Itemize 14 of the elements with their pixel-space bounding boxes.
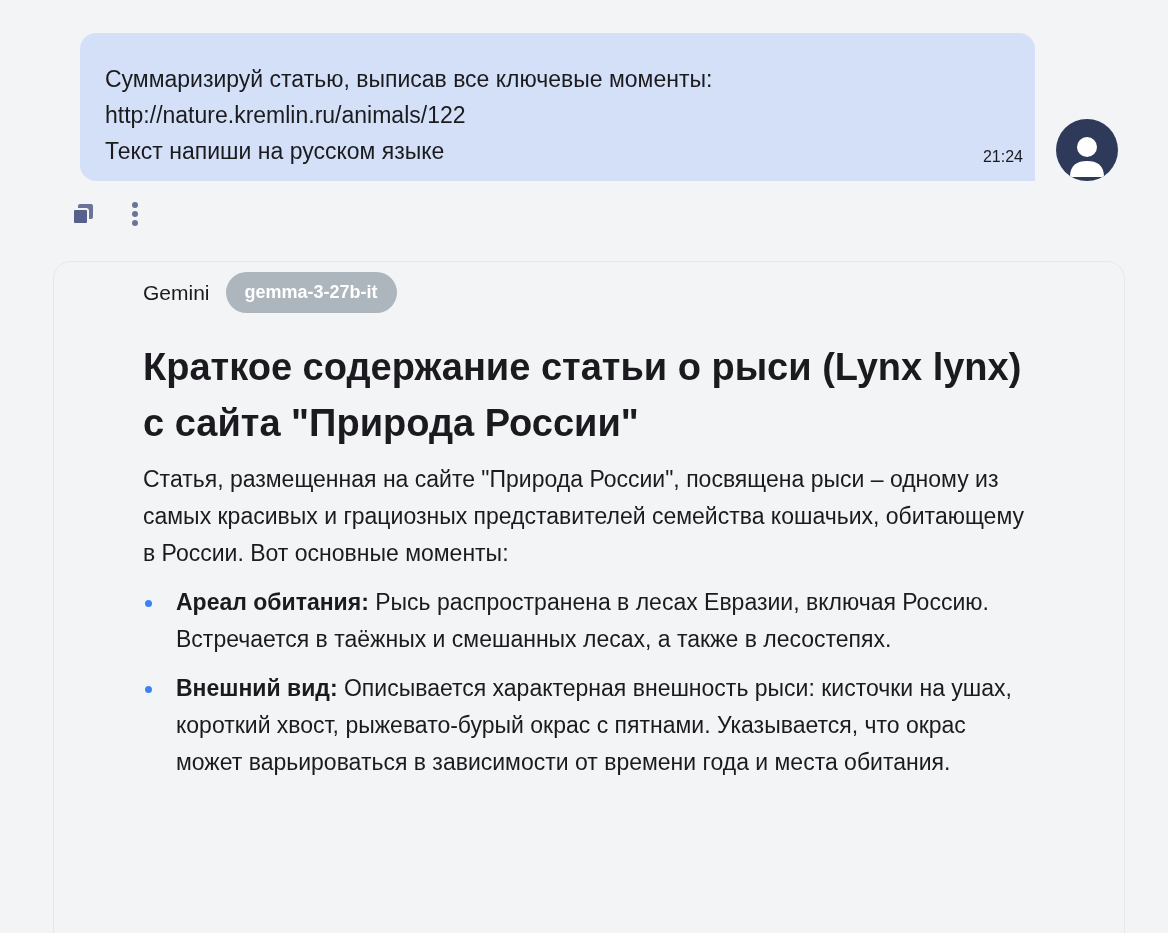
bullet-text: Ареал обитания: Рысь распространена в лесах Евразии, включая Россию. Встречается в таёжных и смешанных лесах, а также в лесостепях. [176,588,990,654]
bullet-icon [145,600,152,607]
message-time: 21:24 [982,147,1023,167]
copy-icon[interactable] [71,202,95,226]
message-text: Текст напиши на русском языке [105,137,446,166]
author-name: Gemini [143,279,210,306]
model-tag: gemma-3-27b-it [225,272,397,313]
message-text: http://nature.kremlin.ru/animals/122 [105,101,467,130]
message-text: Суммаризируй статью, выписав все ключевые моменты: [105,65,713,94]
response-intro: Статья, размещенная на сайте "Природа России", посвящена рыси – одному из самых красивых и грациозных представителей семейства кошачьих, обитающему в России. Вот основные моменты: [143,465,1025,568]
response-title: Краткое содержание статьи о рыси (Lynx lynx) с сайта "Природа России" [143,345,1023,446]
bullet-text: Внешний вид: Описывается характерная внешность рыси: кисточки на ушах, короткий хвост, рыжевато-бурый окрас с пятнами. Указывается, что окрас может варьироваться в зависимости от времени года и места обитания. [176,674,1013,777]
more-icon[interactable] [131,201,139,227]
bullet-icon [145,686,152,693]
